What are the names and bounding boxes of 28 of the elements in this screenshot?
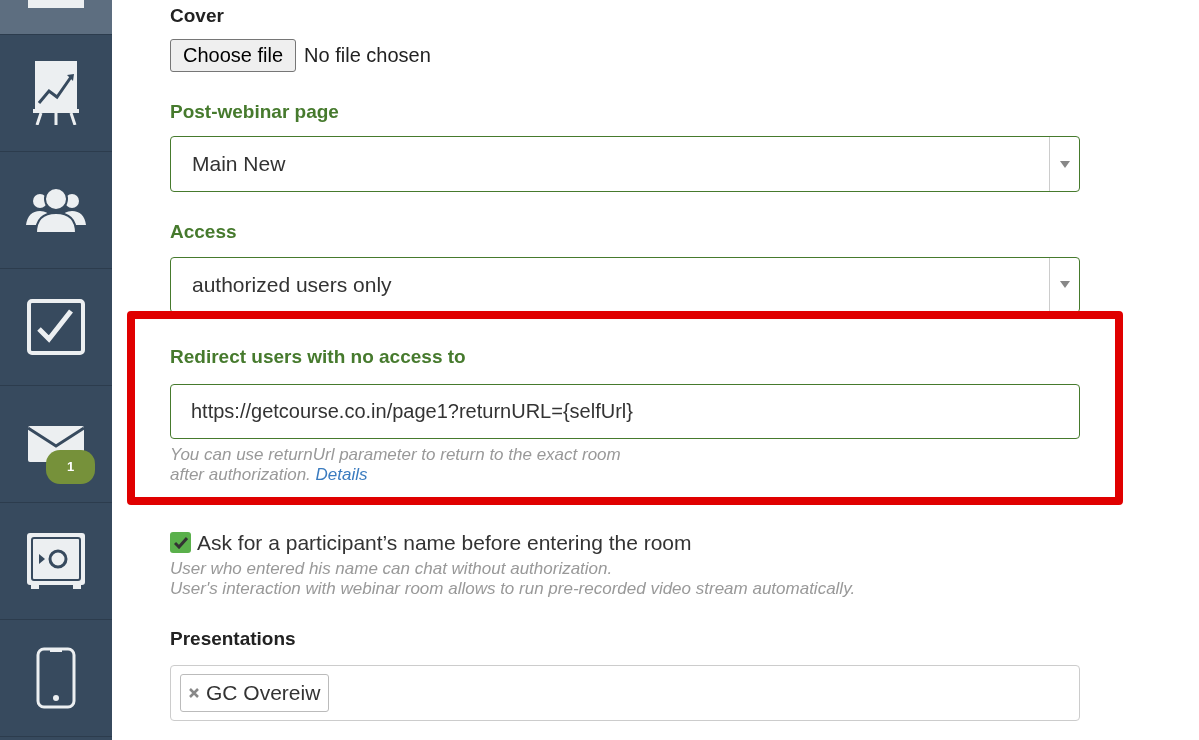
page-icon [26,0,86,10]
checkbox-label: Ask for a participant’s name before entering the room [197,530,692,556]
details-link[interactable]: Details [315,465,368,484]
file-status: No file chosen [304,43,431,68]
checkbox-icon [27,299,85,355]
notification-badge: 1 [46,450,95,484]
field-label: Redirect users with no access to [170,344,467,369]
safe-icon [27,533,85,589]
field-label: Post-webinar page [170,99,340,124]
phone-icon [36,647,76,709]
chart-easel-icon [33,61,79,125]
checkmark-icon [173,536,188,549]
tags-field[interactable]: GC Overeiw [170,665,1080,721]
url-input-field[interactable]: https://getcourse.co.in/page1?returnURL={selfUrl} [170,384,1080,439]
sidebar-item[interactable] [0,0,112,35]
field-label: Access [170,220,238,244]
remove-icon[interactable] [189,688,199,698]
field-label: Presentations [170,626,297,651]
tag-chip: GC Overeiw [180,674,330,712]
caret-icon [1059,160,1070,168]
choose-file-button[interactable]: Choose file [170,38,297,72]
caret-icon [1059,281,1070,288]
select-dropdown[interactable]: Main New [170,136,1080,192]
select-dropdown[interactable]: authorized users only [170,256,1080,313]
field-hint: You can use returnUrl parameter to return to the exact room after authorization. Details [170,445,622,485]
field-hint: User who entered his name can chat without authorization. User's interaction with webinar room allows to run pre-recorded video stream automatically. [170,558,857,599]
field-label: Cover [170,4,225,28]
checkbox[interactable] [170,532,191,554]
